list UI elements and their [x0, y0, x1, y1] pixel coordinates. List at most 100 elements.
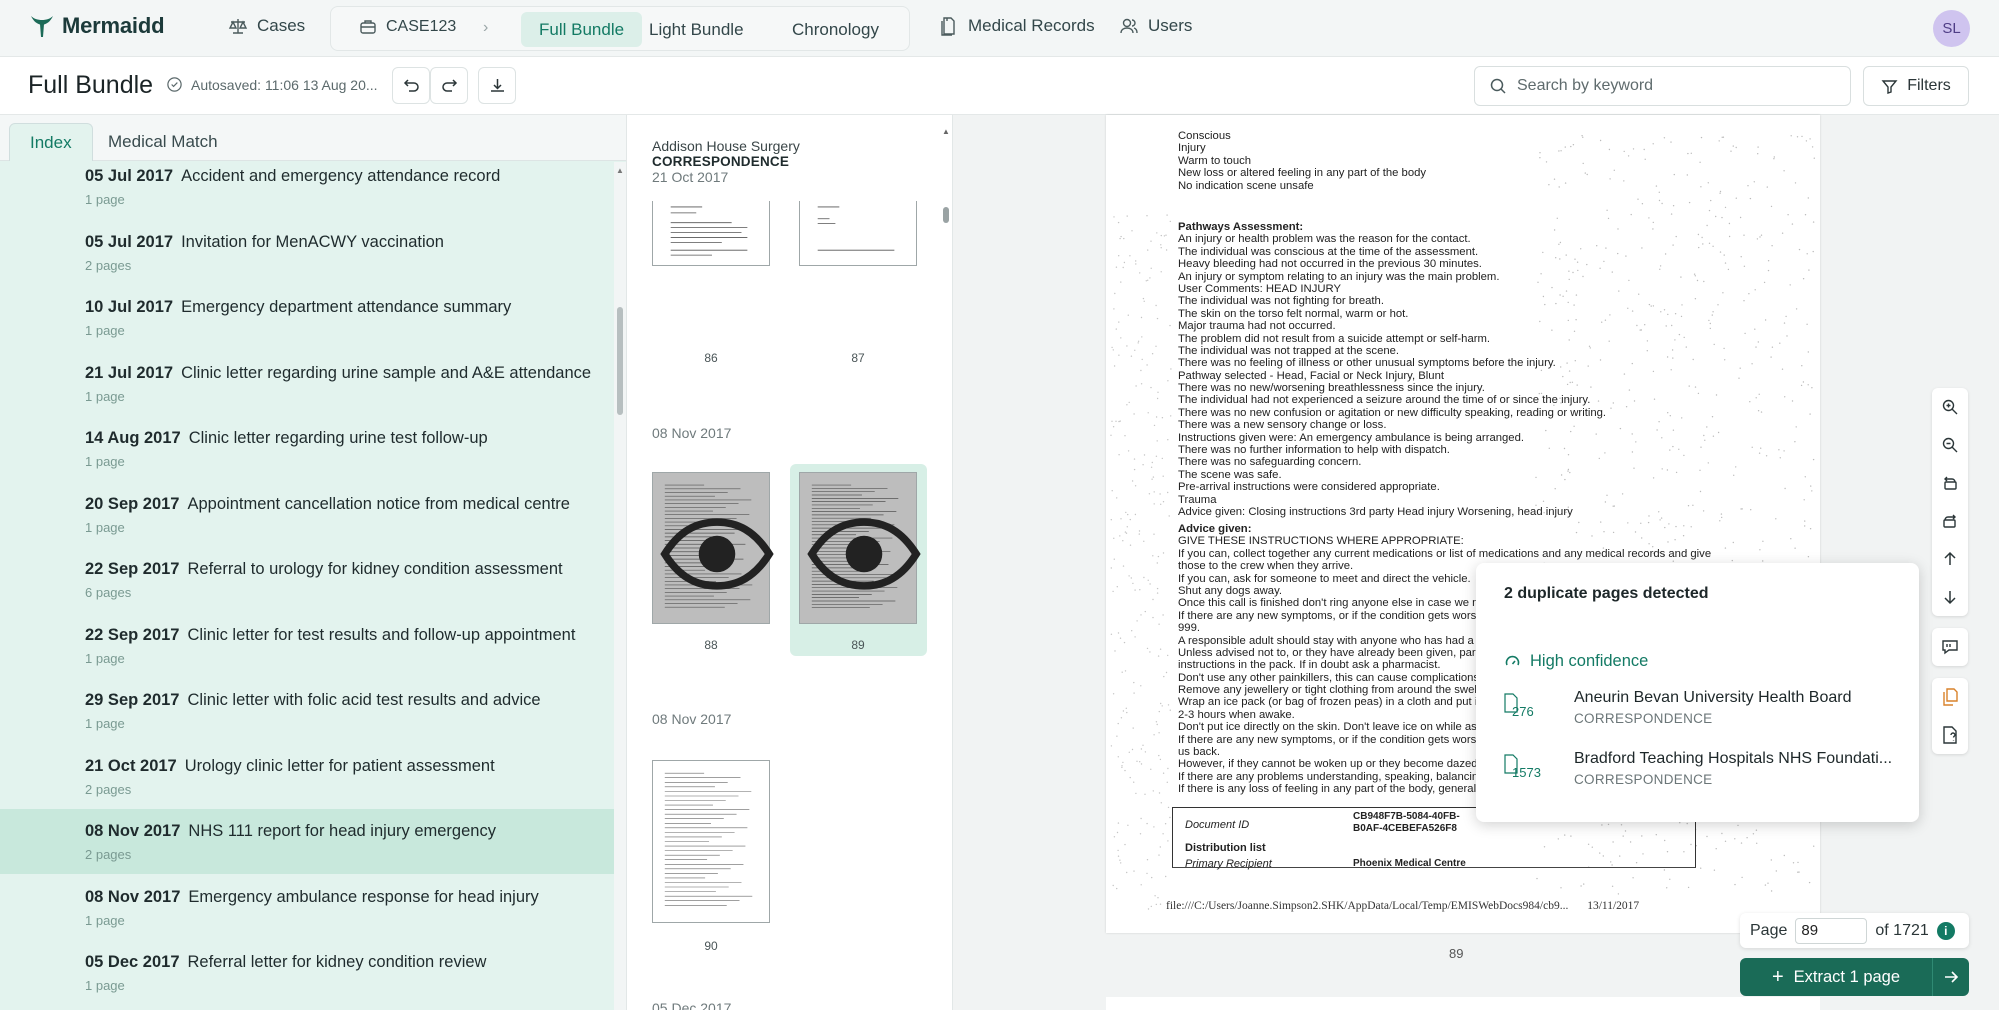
extract-next-button[interactable] [1933, 968, 1969, 986]
zoom-in-button[interactable] [1932, 388, 1968, 426]
document-line: The individual had not experienced a sei… [1178, 394, 1591, 407]
next-page-button[interactable] [1932, 578, 1968, 616]
index-item-title: 22 Sep 2017 Referral to urology for kidne… [85, 560, 563, 579]
previous-page-button[interactable] [1932, 540, 1968, 578]
thumbnail-page-88[interactable] [652, 472, 774, 624]
eye-icon[interactable] [806, 479, 922, 629]
document-text-top: Conscious Injury Warm to touch New loss or … [1178, 130, 1426, 192]
confidence-badge: High confidence [1504, 652, 1648, 671]
index-item[interactable]: 20 Sep 2017 Appointment cancellation noti… [0, 482, 614, 547]
thumb-group-date: 08 Nov 2017 [652, 425, 732, 441]
tab-light-bundle[interactable]: Light Bundle [631, 12, 762, 47]
zoom-out-button[interactable] [1932, 426, 1968, 464]
index-item[interactable]: 21 Oct 2017 Urology clinic letter for pat… [0, 744, 614, 809]
document-line: GIVE THESE INSTRUCTIONS WHERE APPROPRIAT… [1178, 535, 1464, 548]
tab-index[interactable]: Index [9, 123, 93, 161]
index-item[interactable]: 14 Aug 2017 Clinic letter regarding urine… [0, 416, 614, 481]
index-item[interactable]: 05 Dec 2017 Referral letter for kidney co… [0, 940, 614, 1005]
scroll-up-arrow-icon[interactable]: ▲ [942, 127, 950, 136]
viewer-tool-group [1932, 628, 1968, 666]
scroll-up-arrow-icon[interactable]: ▲ [616, 166, 624, 175]
redo-icon [441, 79, 457, 92]
filters-button[interactable]: Filters [1863, 66, 1969, 106]
index-panel: Index Medical Match 05 Jul 2017 Accident … [0, 115, 626, 1010]
search-box[interactable] [1474, 66, 1851, 106]
undo-icon [403, 79, 419, 92]
duplicate-page-ref: 1573 [1504, 754, 1544, 784]
thumbnail-scrollbar[interactable]: ▲ [938, 115, 952, 1010]
index-item[interactable]: 10 Jul 2017 Emergency department attendan… [0, 285, 614, 350]
index-item-pages: 1 page [85, 978, 125, 993]
extract-label: Extract 1 page [1793, 967, 1901, 986]
tab-full-bundle[interactable]: Full Bundle [521, 12, 643, 47]
rotate-left-icon [1944, 476, 1957, 490]
index-item[interactable]: 29 Sep 2017 Clinic letter with folic acid… [0, 678, 614, 743]
thumbnail-page-89[interactable] [799, 472, 921, 624]
index-scroll-thumb[interactable] [617, 307, 623, 415]
rotate-left-button[interactable] [1932, 464, 1968, 502]
nav-cases-label: Cases [257, 16, 306, 35]
primary-recipient-label: Primary Recipient [1185, 858, 1272, 870]
case-selector[interactable]: CASE123 [359, 18, 456, 36]
duplicate-item[interactable]: 276 Aneurin Bevan University Health Boar… [1504, 689, 1904, 735]
briefcase-icon [360, 20, 376, 34]
index-item-title: 29 Sep 2017 Clinic letter with folic acid… [85, 691, 541, 710]
eye-icon[interactable] [659, 479, 775, 629]
undo-button[interactable] [392, 67, 430, 104]
duplicates-button[interactable] [1932, 678, 1968, 716]
thumbnail-page-87[interactable] [799, 201, 917, 266]
viewer-tool-group [1932, 678, 1968, 754]
index-item[interactable]: 22 Sep 2017 Referral to urology for kidne… [0, 547, 614, 612]
rotate-right-button[interactable] [1932, 502, 1968, 540]
index-item-title: 08 Nov 2017 NHS 111 report for head injur… [85, 822, 496, 841]
download-button[interactable] [478, 67, 516, 104]
search-input[interactable] [1517, 77, 1817, 95]
thumbnail-page-86[interactable] [652, 201, 770, 266]
filters-label: Filters [1907, 77, 1951, 94]
thumb-page-number: 88 [704, 638, 718, 652]
page-help-button[interactable] [1932, 716, 1968, 754]
thumb-page-number: 90 [704, 939, 718, 953]
document-line: An injury or symptom relating to an inju… [1178, 270, 1500, 283]
app-logo[interactable]: Mermaidd [28, 13, 165, 39]
index-item[interactable]: 05 Jul 2017 Accident and emergency attend… [0, 162, 614, 219]
tab-medical-match[interactable]: Medical Match [88, 123, 238, 161]
nav-users-label: Users [1148, 16, 1193, 35]
tab-chronology[interactable]: Chronology [774, 12, 897, 47]
duplicate-item[interactable]: 1573 Bradford Teaching Hospitals NHS Fou… [1504, 750, 1904, 796]
info-icon[interactable]: i [1936, 921, 1955, 940]
index-item[interactable]: 05 Jul 2017 Invitation for MenACWY vaccin… [0, 220, 614, 285]
document-line: Warm to touch [1178, 154, 1252, 167]
document-footer: file:///C:/Users/Joanne.Simpson2.SHK/App… [1166, 900, 1639, 912]
index-item[interactable]: 21 Jul 2017 Clinic letter regarding urine… [0, 351, 614, 416]
index-item-label: Clinic letter with folic acid test resul… [187, 691, 541, 709]
footer-date: 13/11/2017 [1587, 900, 1640, 912]
page-total: of 1721 [1875, 921, 1929, 939]
index-item-label: Appointment cancellation notice from med… [187, 494, 570, 513]
document-line: The individual was not fighting for brea… [1178, 295, 1384, 308]
nav-medical-records[interactable]: Medical Records [939, 16, 1095, 36]
index-item-label: Urology clinic letter for patient assess… [184, 756, 495, 775]
index-item-date: 22 Sep 2017 [85, 560, 180, 578]
redo-button[interactable] [430, 67, 468, 104]
user-avatar[interactable]: SL [1933, 10, 1970, 47]
index-item[interactable]: 08 Nov 2017 Emergency ambulance response … [0, 875, 614, 940]
docid-value-2: B0AF-4CEBEFA526F8 [1353, 823, 1457, 834]
index-item[interactable]: 08 Nov 2017 NHS 111 report for head injur… [0, 809, 614, 874]
duplicate-page-ref: 276 [1504, 693, 1544, 723]
nav-cases[interactable]: Cases [228, 16, 305, 36]
extract-button-group: + Extract 1 page [1740, 958, 1969, 996]
index-item-title: 22 Sep 2017 Clinic letter for test result… [85, 626, 575, 645]
index-item[interactable]: 22 Sep 2017 Clinic letter for test result… [0, 613, 614, 678]
thumbnail-scroll-thumb[interactable] [943, 207, 949, 223]
extract-page-button[interactable]: + Extract 1 page [1740, 966, 1932, 989]
document-line: The individual was conscious at the time… [1178, 245, 1479, 258]
comment-button[interactable] [1932, 628, 1968, 666]
page-number-input[interactable] [1795, 917, 1868, 944]
viewer-toolbar [1932, 388, 1968, 766]
duplicate-pages-icon [1943, 688, 1958, 706]
thumbnail-page-90[interactable] [652, 760, 770, 923]
nav-users[interactable]: Users [1119, 16, 1192, 36]
document-line: Trauma [1178, 493, 1217, 506]
index-scrollbar[interactable]: ▲ [614, 162, 626, 1010]
